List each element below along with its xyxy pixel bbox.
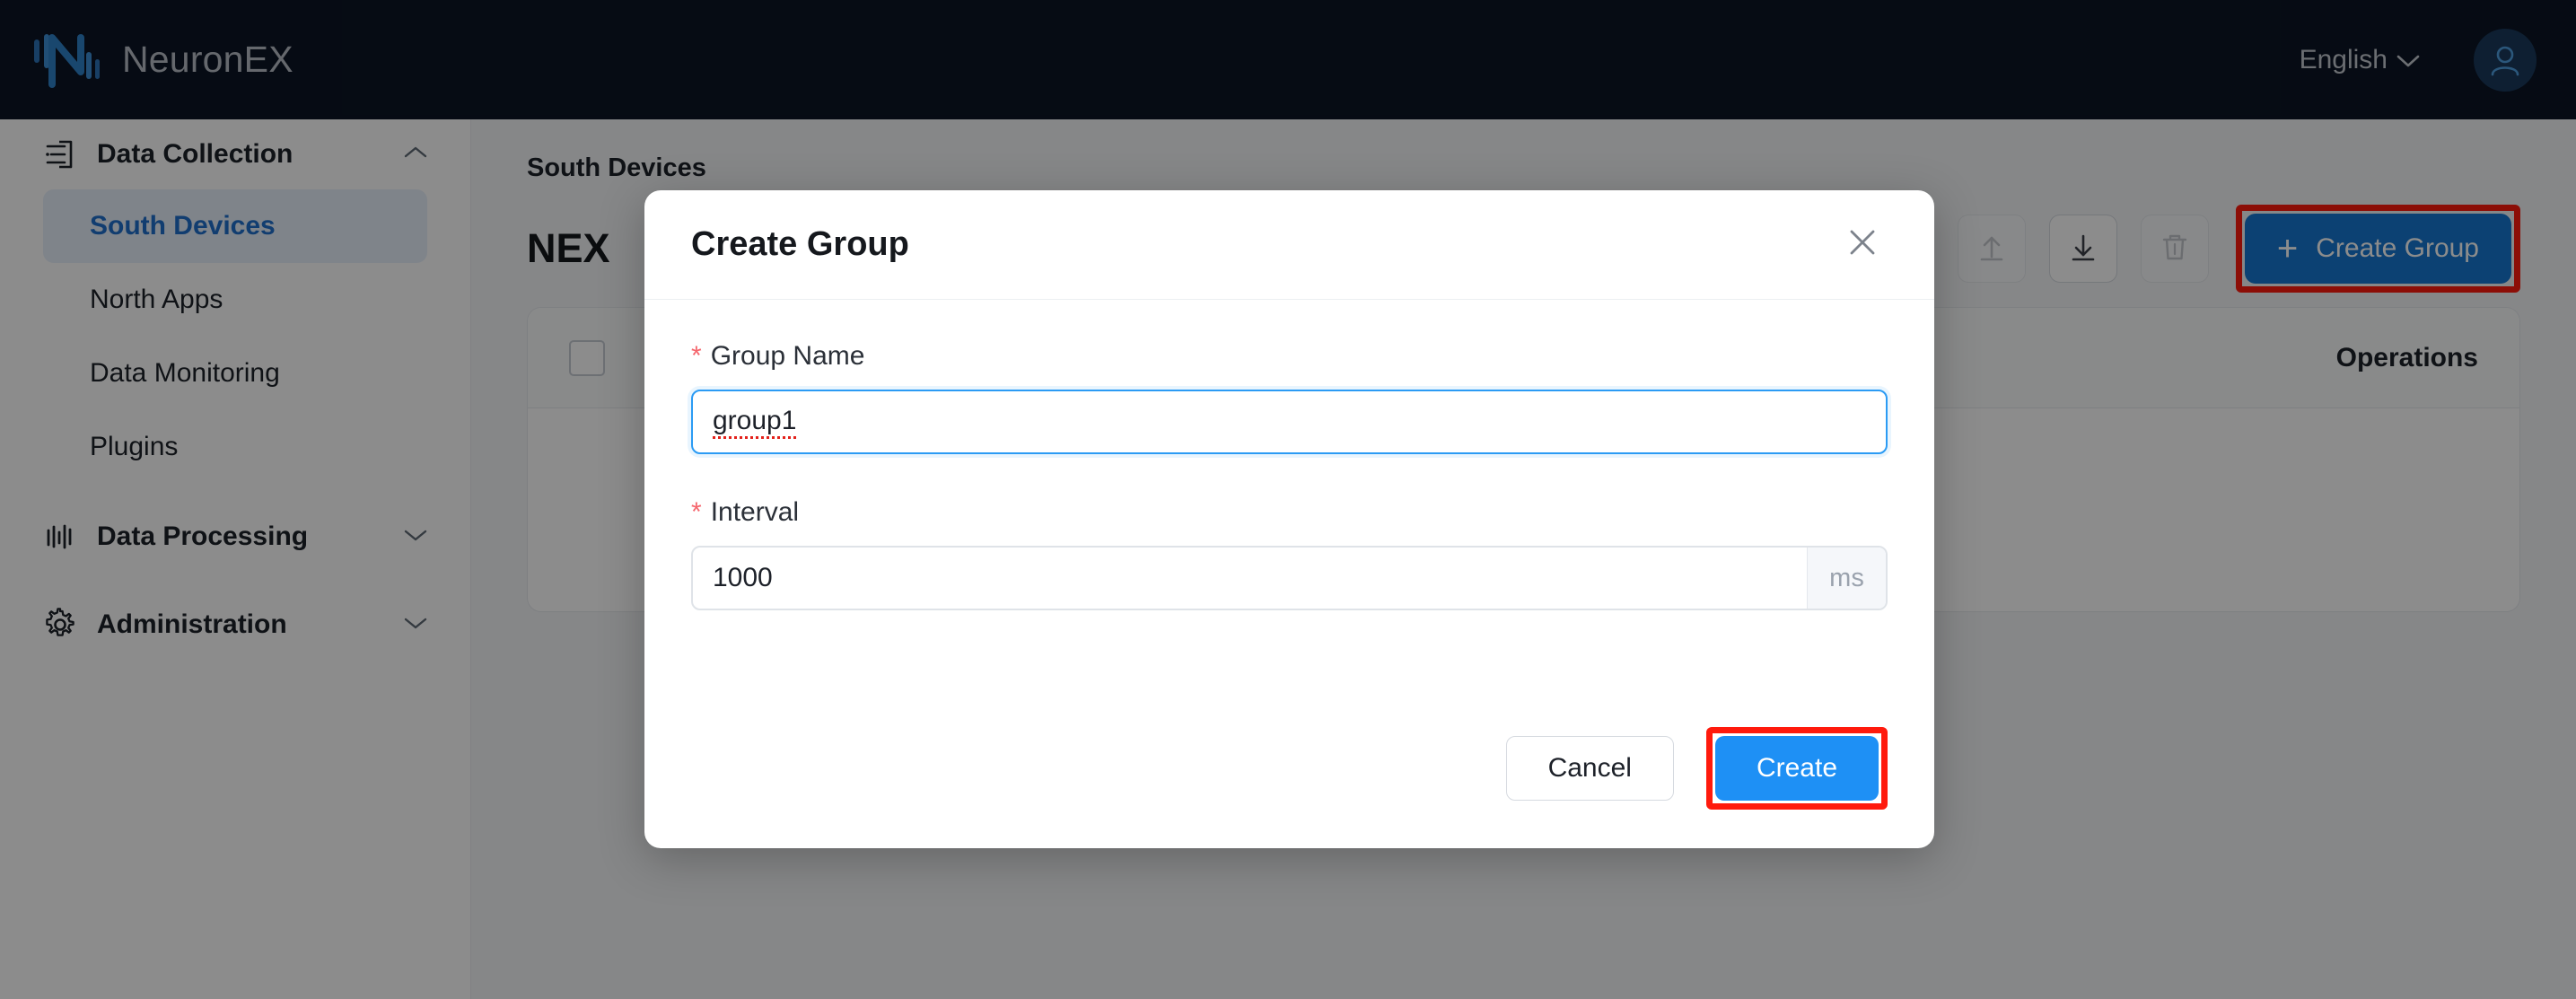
create-group-dialog: Create Group * Group Name group1 * Inter… [644,190,1934,848]
field-label-text: Group Name [710,341,865,371]
dialog-header: Create Group [644,190,1934,300]
app-root: NeuronEX English Data Collection South D… [0,0,2576,999]
field-label-interval: * Interval [691,497,1888,528]
field-interval: * Interval 1000 ms [691,497,1888,610]
dialog-title: Create Group [691,225,909,263]
field-label-text: Interval [710,497,800,527]
group-name-input[interactable]: group1 [693,391,1886,452]
required-marker: * [691,497,702,527]
interval-value: 1000 [713,563,773,592]
create-button[interactable]: Create [1714,736,1879,801]
required-marker: * [691,341,702,371]
cancel-button[interactable]: Cancel [1505,736,1674,801]
dialog-body: * Group Name group1 * Interval 1000 ms [644,300,1934,714]
dialog-footer: Cancel Create [644,714,1934,848]
group-name-input-wrap[interactable]: group1 [691,390,1888,454]
field-label-group-name: * Group Name [691,341,1888,372]
interval-unit-suffix: ms [1807,548,1886,609]
close-button[interactable] [1837,220,1888,270]
field-group-name: * Group Name group1 [691,341,1888,454]
create-button-highlight: Create [1705,727,1888,810]
interval-input[interactable]: 1000 [693,548,1807,609]
group-name-value: group1 [713,405,797,439]
close-icon [1844,224,1880,265]
interval-input-wrap[interactable]: 1000 ms [691,546,1888,610]
